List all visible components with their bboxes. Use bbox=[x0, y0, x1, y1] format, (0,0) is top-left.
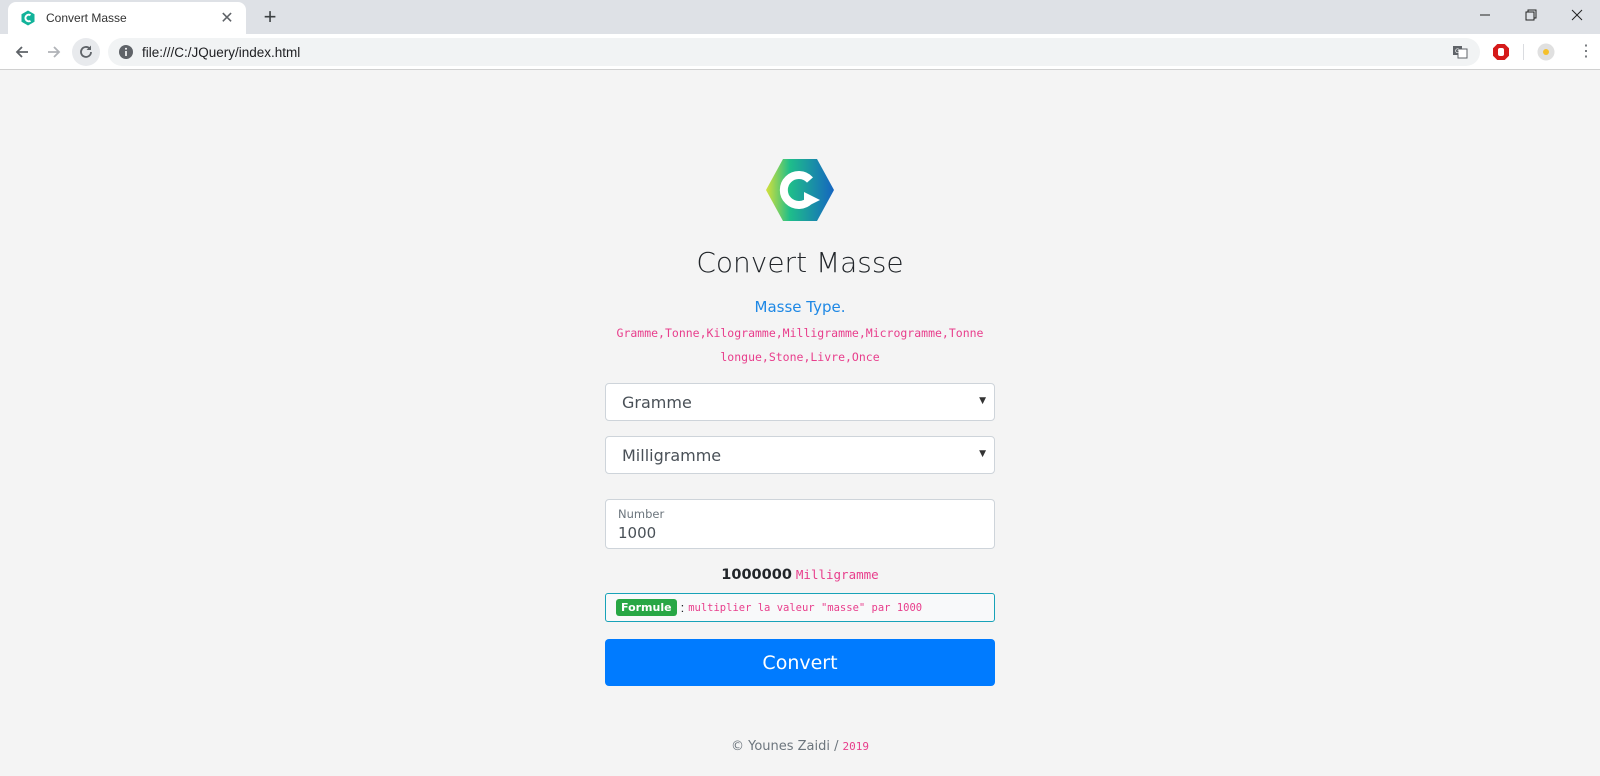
restore-window-icon[interactable] bbox=[1508, 0, 1554, 30]
close-tab-icon[interactable]: ✕ bbox=[218, 9, 236, 27]
mass-types-list: Gramme,Tonne,Kilogramme,Milligramme,Micr… bbox=[616, 326, 984, 364]
number-value[interactable]: 1000 bbox=[618, 524, 656, 542]
convert-logo-icon bbox=[765, 158, 835, 222]
minimize-window-icon[interactable] bbox=[1462, 0, 1508, 30]
dropdown-caret-icon: ▼ bbox=[979, 396, 986, 406]
formula-text: multiplier la valeur "masse" par 1000 bbox=[688, 601, 923, 614]
address-url[interactable]: file:///C:/JQuery/index.html bbox=[142, 45, 300, 60]
formula-separator: : bbox=[680, 600, 685, 615]
footer-author: © Younes Zaidi / bbox=[730, 739, 839, 754]
back-arrow-icon[interactable] bbox=[8, 38, 36, 66]
svg-text:G: G bbox=[1455, 48, 1460, 55]
browser-menu-icon[interactable]: ⋮ bbox=[1576, 41, 1596, 63]
mass-types-heading: Masse Type. bbox=[754, 298, 846, 316]
close-window-icon[interactable] bbox=[1554, 0, 1600, 30]
browser-toolbar: file:///C:/JQuery/index.html G ⋮ bbox=[0, 34, 1600, 70]
dropdown-caret-icon: ▼ bbox=[979, 449, 986, 459]
convert-button[interactable]: Convert bbox=[605, 639, 995, 686]
forward-arrow-icon[interactable] bbox=[40, 38, 68, 66]
result-value: 1000000 bbox=[721, 567, 792, 583]
new-tab-button[interactable]: + bbox=[258, 4, 282, 29]
conversion-result: 1000000 Milligramme bbox=[605, 567, 995, 583]
from-unit-select[interactable]: Gramme ▼ bbox=[605, 383, 995, 421]
site-info-icon[interactable] bbox=[118, 44, 134, 60]
result-unit: Milligramme bbox=[795, 567, 879, 582]
footer-year: 2019 bbox=[842, 740, 870, 753]
translate-icon[interactable]: G bbox=[1452, 44, 1468, 60]
toolbar-divider bbox=[1523, 44, 1524, 60]
from-unit-value: Gramme bbox=[622, 392, 692, 412]
browser-tab[interactable]: Convert Masse ✕ bbox=[8, 2, 246, 34]
reload-icon[interactable] bbox=[72, 38, 100, 66]
number-input[interactable]: Number 1000 bbox=[605, 499, 995, 549]
convert-logo-icon bbox=[20, 10, 36, 26]
to-unit-select[interactable]: Milligramme ▼ bbox=[605, 436, 995, 474]
to-unit-value: Milligramme bbox=[622, 445, 722, 465]
footer: © Younes Zaidi /2019 bbox=[605, 739, 995, 754]
profile-avatar-icon[interactable] bbox=[1537, 43, 1555, 61]
tab-strip: Convert Masse ✕ + bbox=[0, 0, 1600, 34]
page-title: Convert Masse bbox=[696, 246, 904, 279]
number-label: Number bbox=[618, 507, 665, 521]
formula-badge: Formule bbox=[616, 599, 677, 616]
stop-hand-extension-icon[interactable] bbox=[1492, 43, 1510, 61]
tab-title: Convert Masse bbox=[46, 11, 127, 25]
formula-box: Formule : multiplier la valeur "masse" p… bbox=[605, 593, 995, 622]
address-bar[interactable]: file:///C:/JQuery/index.html G bbox=[108, 38, 1480, 66]
